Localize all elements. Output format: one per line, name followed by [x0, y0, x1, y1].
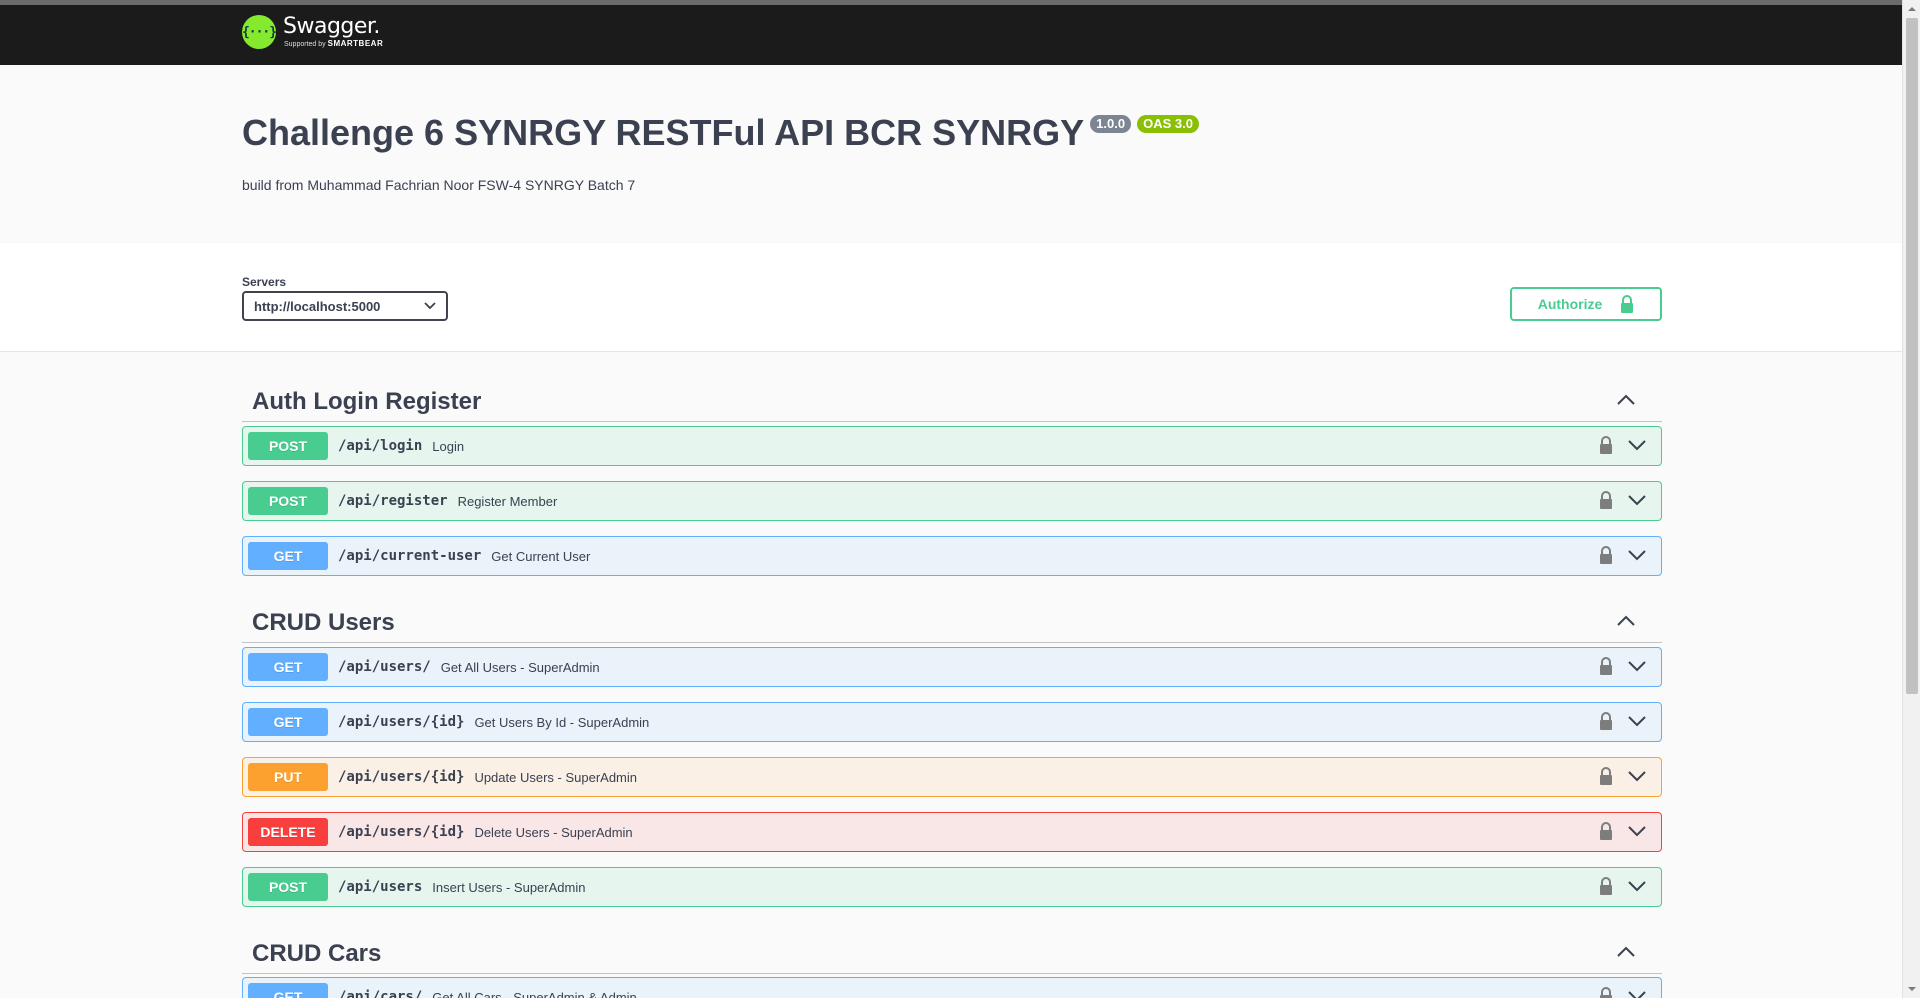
operation-summary: Get All Users - SuperAdmin — [440, 659, 600, 675]
scheme-container: Servers http://localhost:5000 Authorize — [0, 243, 1902, 352]
operation-summary: Delete Users - SuperAdmin — [474, 824, 633, 840]
scroll-down-arrow-icon[interactable] — [1907, 984, 1917, 994]
operation-path: /api/users — [338, 879, 423, 895]
oas-badge: OAS 3.0 — [1137, 115, 1199, 133]
chevron-up-icon[interactable] — [1616, 944, 1636, 958]
method-badge: DELETE — [248, 818, 328, 846]
operation-path: /api/current-user — [338, 548, 482, 564]
operation-row[interactable]: POST /api/users Insert Users - SuperAdmi… — [242, 867, 1662, 907]
chevron-up-icon[interactable] — [1616, 613, 1636, 627]
scrollbar-thumb[interactable] — [1906, 18, 1918, 694]
swagger-logo-text: Swagger. Supported by SMARTBEAR — [283, 15, 383, 50]
operation-icons — [1599, 822, 1647, 840]
operation-row[interactable]: POST /api/register Register Member — [242, 481, 1662, 521]
swagger-topbar: {···} Swagger. Supported by SMARTBEAR — [0, 5, 1902, 65]
operation-summary: Register Member — [457, 493, 558, 509]
operation-row[interactable]: POST /api/login Login — [242, 426, 1662, 466]
chevron-down-icon — [424, 302, 436, 310]
operation-path: /api/users/{id} — [338, 824, 465, 840]
lock-icon[interactable] — [1599, 877, 1613, 895]
servers-selected-value: http://localhost:5000 — [254, 298, 381, 314]
operation-icons — [1599, 712, 1647, 730]
operation-path: /api/register — [338, 493, 448, 509]
chevron-up-icon[interactable] — [1616, 392, 1636, 406]
lock-icon — [1621, 295, 1634, 313]
title-row: Challenge 6 SYNRGY RESTFul API BCR SYNRG… — [242, 111, 1199, 155]
method-badge: GET — [248, 653, 328, 681]
operation-summary: Login — [432, 438, 465, 454]
operation-row[interactable]: GET /api/cars/ Get All Cars - SuperAdmin… — [242, 977, 1662, 998]
scroll-up-arrow-icon[interactable] — [1907, 4, 1917, 14]
tag-title: Auth Login Register — [252, 388, 482, 415]
operation-summary: Get Current User — [491, 548, 591, 564]
tag-title: CRUD Users — [252, 609, 395, 636]
method-badge: GET — [248, 542, 328, 570]
lock-icon[interactable] — [1599, 767, 1613, 785]
operation-icons — [1599, 877, 1647, 895]
tag-section-cars[interactable]: CRUD Cars — [242, 922, 1662, 974]
swagger-logo-icon: {···} — [242, 15, 277, 49]
method-badge: GET — [248, 708, 328, 736]
chevron-down-icon[interactable] — [1627, 715, 1647, 727]
swagger-logo-name: Swagger. — [283, 14, 380, 39]
tag-title: CRUD Cars — [252, 940, 382, 967]
chevron-down-icon[interactable] — [1627, 990, 1647, 998]
authorize-label: Authorize — [1537, 296, 1603, 312]
operation-summary: Insert Users - SuperAdmin — [432, 879, 586, 895]
operation-path: /api/users/ — [338, 659, 431, 675]
tag-section-auth[interactable]: Auth Login Register — [242, 370, 1662, 422]
servers-select[interactable]: http://localhost:5000 — [242, 291, 448, 321]
operation-summary: Get All Cars - SuperAdmin & Admin — [432, 989, 637, 998]
operation-path: /api/cars/ — [338, 989, 423, 998]
logo-sub-prefix: Supported by — [284, 41, 326, 48]
method-badge: POST — [248, 432, 328, 460]
api-description: build from Muhammad Fachrian Noor FSW-4 … — [242, 177, 636, 193]
operation-path: /api/users/{id} — [338, 769, 465, 785]
method-badge: POST — [248, 487, 328, 515]
swagger-logo[interactable]: {···} Swagger. Supported by SMARTBEAR — [242, 15, 383, 50]
operation-row[interactable]: GET /api/current-user Get Current User — [242, 536, 1662, 576]
lock-icon[interactable] — [1599, 987, 1613, 998]
method-badge: POST — [248, 873, 328, 901]
chevron-down-icon[interactable] — [1627, 660, 1647, 672]
operation-row[interactable]: DELETE /api/users/{id} Delete Users - Su… — [242, 812, 1662, 852]
chevron-down-icon[interactable] — [1627, 439, 1647, 451]
operations-content: Auth Login Register POST /api/login Logi… — [0, 352, 1902, 998]
operation-icons — [1599, 546, 1647, 564]
method-badge: GET — [248, 983, 328, 998]
operation-icons — [1599, 657, 1647, 675]
page-scrollbar[interactable] — [1902, 0, 1920, 998]
lock-icon[interactable] — [1599, 491, 1613, 509]
lock-icon[interactable] — [1599, 712, 1613, 730]
operation-icons — [1599, 491, 1647, 509]
operation-icons — [1599, 987, 1647, 998]
method-badge: PUT — [248, 763, 328, 791]
api-info: Challenge 6 SYNRGY RESTFul API BCR SYNRG… — [0, 65, 1902, 243]
logo-sub-brand: SMARTBEAR — [327, 39, 384, 48]
lock-icon[interactable] — [1599, 822, 1613, 840]
operation-path: /api/login — [338, 438, 423, 454]
operation-row[interactable]: GET /api/users/{id} Get Users By Id - Su… — [242, 702, 1662, 742]
lock-icon[interactable] — [1599, 436, 1613, 454]
operation-icons — [1599, 436, 1647, 454]
chevron-down-icon[interactable] — [1627, 494, 1647, 506]
chevron-down-icon[interactable] — [1627, 770, 1647, 782]
servers-label: Servers — [242, 275, 287, 289]
chevron-down-icon[interactable] — [1627, 880, 1647, 892]
operation-summary: Update Users - SuperAdmin — [474, 769, 638, 785]
lock-icon[interactable] — [1599, 657, 1613, 675]
swagger-logo-subtitle: Supported by SMARTBEAR — [284, 39, 383, 50]
chevron-down-icon[interactable] — [1627, 549, 1647, 561]
tag-section-users[interactable]: CRUD Users — [242, 591, 1662, 643]
authorize-button[interactable]: Authorize — [1510, 287, 1662, 321]
chevron-down-icon[interactable] — [1627, 825, 1647, 837]
lock-icon[interactable] — [1599, 546, 1613, 564]
api-title: Challenge 6 SYNRGY RESTFul API BCR SYNRG… — [242, 112, 1085, 153]
operation-row[interactable]: GET /api/users/ Get All Users - SuperAdm… — [242, 647, 1662, 687]
operation-row[interactable]: PUT /api/users/{id} Update Users - Super… — [242, 757, 1662, 797]
operation-path: /api/users/{id} — [338, 714, 465, 730]
version-badge: 1.0.0 — [1090, 115, 1132, 133]
operation-summary: Get Users By Id - SuperAdmin — [474, 714, 650, 730]
operation-icons — [1599, 767, 1647, 785]
